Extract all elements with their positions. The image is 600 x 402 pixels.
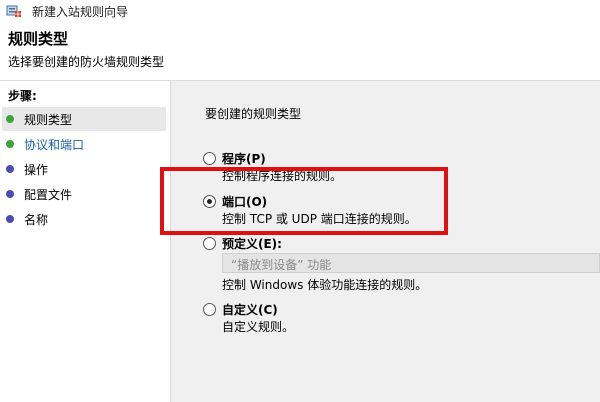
highlight-annotation-box [160,167,448,235]
firewall-wizard-icon [6,3,22,19]
step-label: 操作 [24,163,49,177]
title-bar: 新建入站规则向导 [0,0,600,22]
steps-sidebar: 步骤: 规则类型 协议和端口 操作 配置文件 名称 [0,81,171,402]
window-title: 新建入站规则向导 [32,5,129,19]
wizard-header: 规则类型 选择要创建的防火墙规则类型 [0,22,600,81]
option-predefined-label[interactable]: 预定义(E): [222,235,282,252]
step-rule-type[interactable]: 规则类型 [2,107,166,131]
step-profile[interactable]: 配置文件 [2,182,166,206]
step-status-dot-icon [6,190,14,198]
predefined-select-value: “播放到设备” 功能 [231,258,332,272]
step-status-dot-icon [6,215,14,223]
radio-custom[interactable] [203,303,216,316]
step-name[interactable]: 名称 [2,207,166,231]
steps-heading: 步骤: [8,89,37,103]
option-predefined-desc: 控制 Windows 体验功能连接的规则。 [222,278,428,292]
predefined-rule-select[interactable]: “播放到设备” 功能 [222,253,600,273]
step-status-dot-icon [6,140,14,148]
option-program-label[interactable]: 程序(P) [222,150,266,167]
page-title: 规则类型 [8,30,69,48]
rule-type-question: 要创建的规则类型 [205,107,302,121]
option-custom-label[interactable]: 自定义(C) [222,301,278,318]
step-label: 名称 [24,213,49,227]
step-status-dot-icon [6,115,14,123]
step-action[interactable]: 操作 [2,157,166,181]
wizard-content: 要创建的规则类型 程序(P) 控制程序连接的规则。 端口(O) 控制 TCP 或… [171,81,600,402]
radio-predefined[interactable] [203,237,216,250]
step-label: 规则类型 [24,113,73,127]
step-label: 协议和端口 [24,138,85,152]
page-subtitle: 选择要创建的防火墙规则类型 [8,55,165,69]
step-status-dot-icon [6,165,14,173]
step-label: 配置文件 [24,188,73,202]
step-protocol-ports[interactable]: 协议和端口 [2,132,166,156]
radio-program[interactable] [203,152,216,165]
option-custom-desc: 自定义规则。 [222,320,295,334]
